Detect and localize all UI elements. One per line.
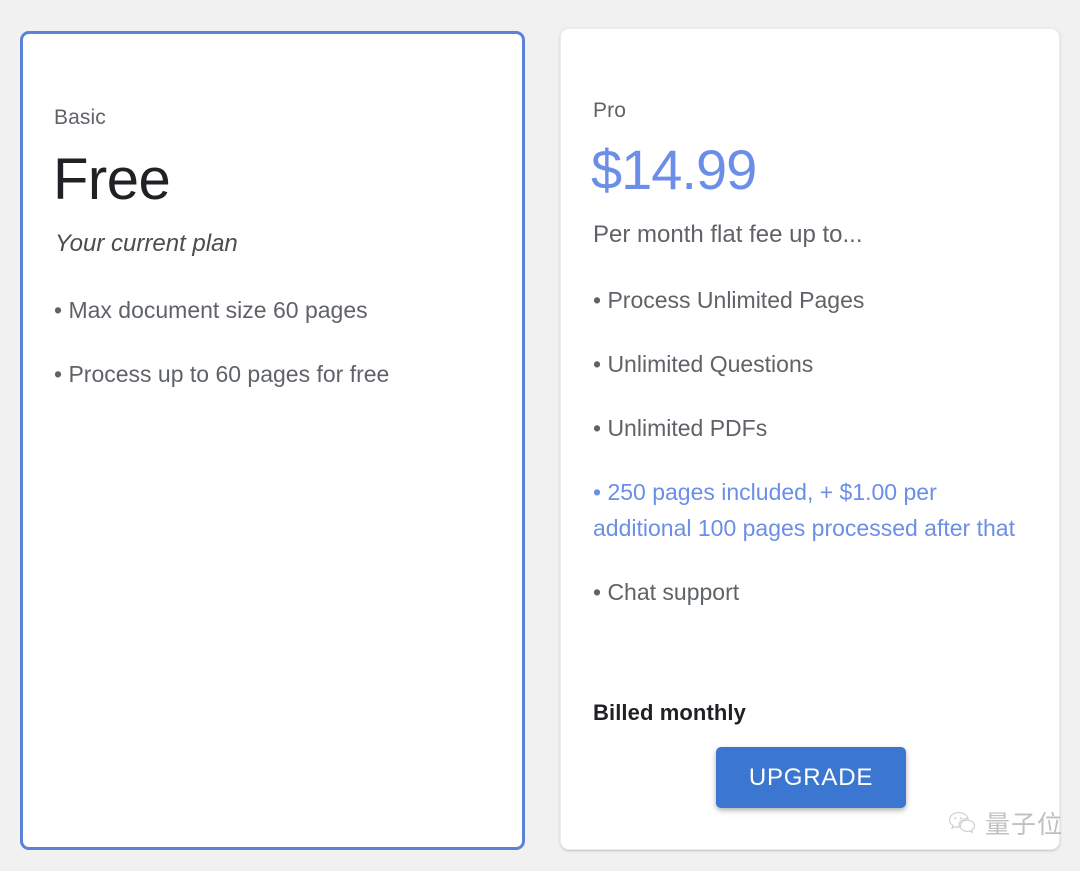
plan-card-pro[interactable]: Pro $14.99 Per month flat fee up to... •… <box>560 28 1060 850</box>
feature-list-basic: • Max document size 60 pages • Process u… <box>54 292 484 392</box>
plan-card-basic-content: Basic Free Your current plan • Max docum… <box>23 34 522 847</box>
feature-item: • Process Unlimited Pages <box>593 287 865 313</box>
plan-price-basic: Free <box>53 147 171 212</box>
plan-name-basic: Basic <box>54 106 106 129</box>
feature-item: • Chat support <box>593 579 740 605</box>
feature-item-highlighted: • 250 pages included, + $1.00 per additi… <box>593 479 1015 541</box>
feature-item: • Unlimited PDFs <box>593 415 768 441</box>
plan-tagline-basic: Your current plan <box>55 230 238 257</box>
plan-card-basic[interactable]: Basic Free Your current plan • Max docum… <box>20 31 525 850</box>
plan-card-pro-content: Pro $14.99 Per month flat fee up to... •… <box>561 29 1059 849</box>
upgrade-button[interactable]: UPGRADE <box>716 747 906 808</box>
feature-item: • Max document size 60 pages <box>54 297 368 323</box>
plan-price-pro: $14.99 <box>591 138 757 201</box>
billing-note: Billed monthly <box>593 700 746 725</box>
plan-name-pro: Pro <box>593 99 626 122</box>
feature-item: • Unlimited Questions <box>593 351 814 377</box>
pricing-plans-container: Basic Free Your current plan • Max docum… <box>0 0 1080 871</box>
feature-list-pro: • Process Unlimited Pages • Unlimited Qu… <box>593 282 1028 610</box>
feature-item: • Process up to 60 pages for free <box>54 361 390 387</box>
plan-tagline-pro: Per month flat fee up to... <box>593 221 863 248</box>
